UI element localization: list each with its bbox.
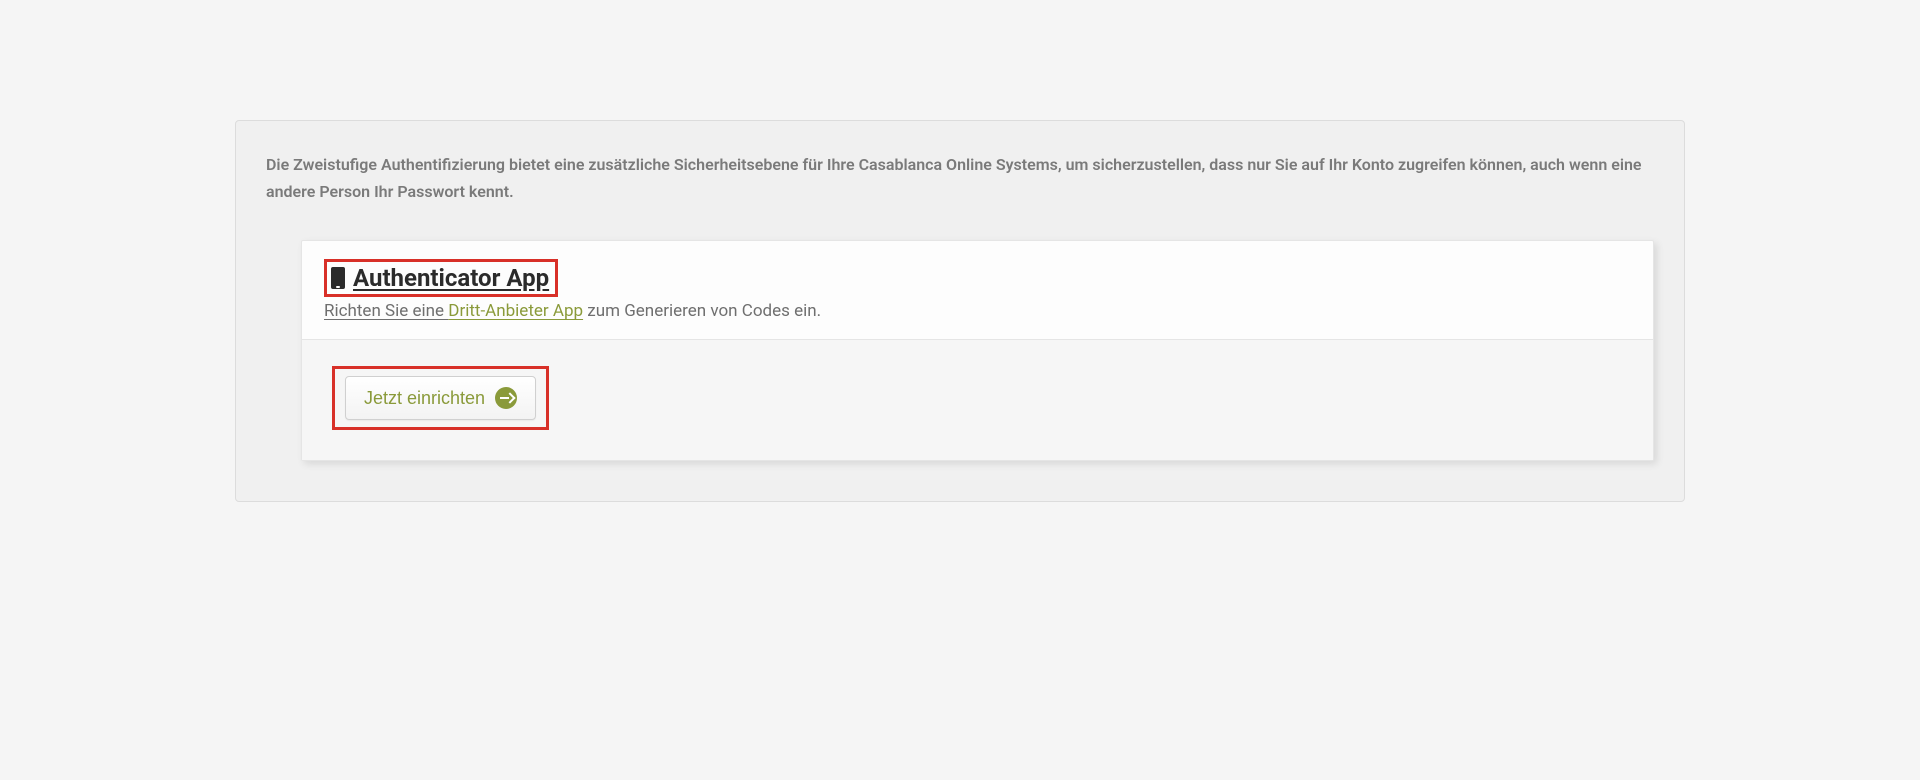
card-header: Authenticator App Richten Sie eine Dritt… <box>302 241 1653 340</box>
phone-icon <box>331 267 345 289</box>
card-subtext: Richten Sie eine Dritt-Anbieter App zum … <box>324 301 1631 321</box>
subtext-accent: Dritt-Anbieter App <box>448 301 583 321</box>
subtext-prefix: Richten Sie eine <box>324 301 448 321</box>
two-factor-panel: Die Zweistufige Authentifizierung bietet… <box>235 120 1685 502</box>
card-title-highlight: Authenticator App <box>324 259 558 297</box>
setup-now-button[interactable]: Jetzt einrichten <box>345 376 536 420</box>
setup-button-label: Jetzt einrichten <box>364 388 485 409</box>
card-body: Jetzt einrichten <box>302 340 1653 460</box>
subtext-suffix: zum Generieren von Codes ein. <box>583 301 821 321</box>
setup-button-highlight: Jetzt einrichten <box>332 366 549 430</box>
card-title: Authenticator App <box>353 264 549 292</box>
arrow-right-circle-icon <box>495 387 517 409</box>
panel-description: Die Zweistufige Authentifizierung bietet… <box>266 151 1654 205</box>
authenticator-card: Authenticator App Richten Sie eine Dritt… <box>301 240 1654 461</box>
